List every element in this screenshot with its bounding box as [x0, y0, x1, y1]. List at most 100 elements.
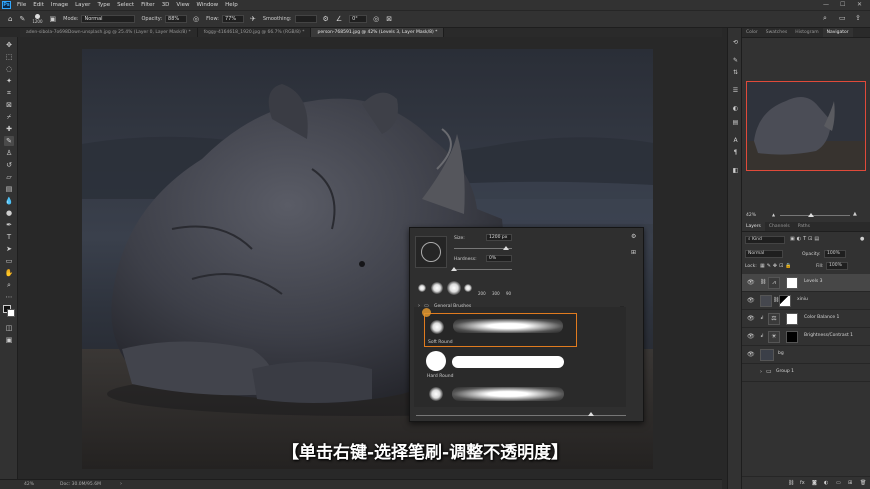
history-brush-tool-icon[interactable]: ↺	[4, 160, 14, 170]
brush-settings-panel-icon[interactable]: ✎	[731, 56, 740, 65]
menu-layer[interactable]: Layer	[75, 2, 90, 8]
eyedropper-tool-icon[interactable]: ⌿	[4, 112, 14, 122]
stamp-tool-icon[interactable]: ♙	[4, 148, 14, 158]
smoothing-settings-icon[interactable]: ⚙	[323, 15, 329, 23]
nav-zoom-in-icon[interactable]: ▲	[853, 211, 857, 217]
share-icon[interactable]: ⇪	[855, 14, 861, 22]
mode-select[interactable]: Normal	[81, 15, 136, 23]
history-icon[interactable]: ⟲	[731, 38, 740, 47]
pressure-size-icon[interactable]: ◎	[373, 15, 379, 23]
symmetry-icon[interactable]: ⊠	[386, 15, 392, 23]
group-chevron-icon[interactable]: ›	[760, 369, 762, 375]
nav-zoom-slider-thumb[interactable]	[808, 213, 814, 217]
layer-name[interactable]: Group 1	[776, 369, 794, 374]
airbrush-icon[interactable]: ✈	[250, 15, 256, 23]
size-slider-thumb[interactable]	[503, 246, 510, 250]
more-tools-icon[interactable]: ⋯	[4, 292, 14, 302]
properties-icon[interactable]: ☰	[731, 86, 740, 95]
lock-icons[interactable]: ▦✎✥⊡🔒	[760, 263, 794, 269]
layer-mask-thumb[interactable]	[786, 313, 798, 325]
nav-zoom-readout[interactable]: 42%	[746, 213, 756, 218]
tab-swatches[interactable]: Swatches	[762, 28, 792, 37]
brush-preset-picker[interactable]: 1200	[32, 14, 43, 24]
tab-color[interactable]: Color	[742, 28, 762, 37]
quick-mask-icon[interactable]: ◫	[4, 323, 14, 333]
menu-image[interactable]: Image	[51, 2, 68, 8]
layer-row-brightness-contrast-1[interactable]: 👁 ↲ ☀ Brightness/Contrast 1	[742, 328, 870, 346]
layer-row-xiniu[interactable]: 👁 ⛓ xiniu	[742, 292, 870, 310]
tab-navigator[interactable]: Navigator	[822, 28, 853, 37]
frame-tool-icon[interactable]: ⊠	[4, 100, 14, 110]
close-button[interactable]: ✕	[857, 1, 862, 8]
nav-zoom-out-icon[interactable]: ▲	[772, 212, 775, 217]
lasso-tool-icon[interactable]: ◌	[4, 64, 14, 74]
layer-opacity-field[interactable]: 100%	[824, 250, 846, 258]
eraser-tool-icon[interactable]: ▱	[4, 172, 14, 182]
menu-view[interactable]: View	[176, 2, 189, 8]
angle-field[interactable]: 0°	[349, 15, 368, 23]
popup-settings-gear-icon[interactable]: ⚙	[631, 233, 636, 240]
blur-tool-icon[interactable]: 💧	[4, 196, 14, 206]
layer-filter-kind[interactable]: ⌕ Kind	[745, 236, 785, 244]
character-icon[interactable]: A	[731, 136, 740, 145]
navigator-preview[interactable]	[746, 81, 866, 171]
brush-tool-icon[interactable]: ✎	[4, 136, 14, 146]
marquee-tool-icon[interactable]: ⬚	[4, 52, 14, 62]
hand-tool-icon[interactable]: ✋	[4, 268, 14, 278]
clone-source-icon[interactable]: ⇅	[731, 68, 740, 77]
menu-window[interactable]: Window	[196, 2, 218, 8]
screen-mode-icon[interactable]: ▣	[4, 335, 14, 345]
new-layer-icon[interactable]: ⊞	[848, 480, 852, 486]
link-layers-icon[interactable]: ⛓	[788, 480, 794, 486]
layer-mask-thumb[interactable]	[779, 295, 791, 307]
photoshop-logo-icon[interactable]: Ps	[2, 1, 11, 9]
tab-histogram[interactable]: Histogram	[791, 28, 822, 37]
doc-size-readout[interactable]: Doc: 30.0M/95.6M	[60, 482, 101, 487]
visibility-eye-icon[interactable]: 👁	[747, 351, 755, 358]
new-adjustment-icon[interactable]: ◐	[824, 480, 828, 486]
brush-item-hard-round[interactable]: Hard Round	[424, 349, 577, 379]
recent-brush-4[interactable]	[464, 284, 472, 292]
menu-filter[interactable]: Filter	[141, 2, 155, 8]
recent-brush-3[interactable]	[447, 281, 461, 295]
home-icon[interactable]: ⌂	[8, 15, 12, 23]
layer-name[interactable]: xiniu	[797, 297, 808, 302]
brush-tip-preview[interactable]	[415, 236, 447, 268]
type-tool-icon[interactable]: T	[4, 232, 14, 242]
dodge-tool-icon[interactable]: ●	[4, 208, 14, 218]
opacity-field[interactable]: 88%	[165, 15, 188, 23]
pen-tool-icon[interactable]: ✒	[4, 220, 14, 230]
tab-paths[interactable]: Paths	[794, 222, 814, 231]
menu-3d[interactable]: 3D	[162, 2, 170, 8]
visibility-eye-icon[interactable]: 👁	[747, 279, 755, 286]
workspace-icon[interactable]: ▭	[839, 14, 846, 22]
layer-filter-icons[interactable]: ▣◐T⊡▤	[790, 236, 821, 242]
layer-name[interactable]: bg	[778, 351, 784, 356]
layer-name[interactable]: Levels 3	[804, 279, 823, 284]
layer-mask-thumb[interactable]	[786, 331, 798, 343]
status-menu-chevron-icon[interactable]: ›	[120, 481, 122, 487]
layer-mask-thumb[interactable]	[786, 277, 798, 289]
preview-size-slider-thumb[interactable]	[588, 412, 594, 416]
tab-document-2[interactable]: foggy-4164618_1920.jpg @ 66.7% (RGB/8) *	[198, 28, 312, 37]
brush-list[interactable]: Soft Round Hard Round	[414, 307, 626, 407]
layer-row-levels-3[interactable]: 👁 ⛓ ⩘ Levels 3	[742, 274, 870, 292]
layer-row-color-balance-1[interactable]: 👁 ↲ ⚖ Color Balance 1	[742, 310, 870, 328]
recent-brush-1[interactable]	[418, 284, 426, 292]
brush-tool-icon[interactable]: ✎	[19, 15, 25, 23]
brush-item-soft-round-pressure[interactable]	[424, 383, 577, 405]
menu-edit[interactable]: Edit	[33, 2, 44, 8]
gradient-tool-icon[interactable]: ▤	[4, 184, 14, 194]
pressure-opacity-icon[interactable]: ◎	[193, 15, 199, 23]
tab-channels[interactable]: Channels	[765, 222, 794, 231]
libraries-icon[interactable]: ▤	[731, 118, 740, 127]
delete-layer-icon[interactable]: 🗑	[860, 480, 866, 486]
brush-settings-icon[interactable]: ▣	[50, 15, 57, 23]
layer-row-group-1[interactable]: › ▭ Group 1	[742, 364, 870, 382]
layer-row-bg[interactable]: 👁 bg	[742, 346, 870, 364]
quick-select-tool-icon[interactable]: ✦	[4, 76, 14, 86]
brush-item-soft-round[interactable]: Soft Round	[424, 313, 577, 347]
zoom-tool-icon[interactable]: ⌕	[4, 280, 14, 290]
menu-file[interactable]: File	[17, 2, 26, 8]
visibility-eye-icon[interactable]: 👁	[747, 333, 755, 340]
